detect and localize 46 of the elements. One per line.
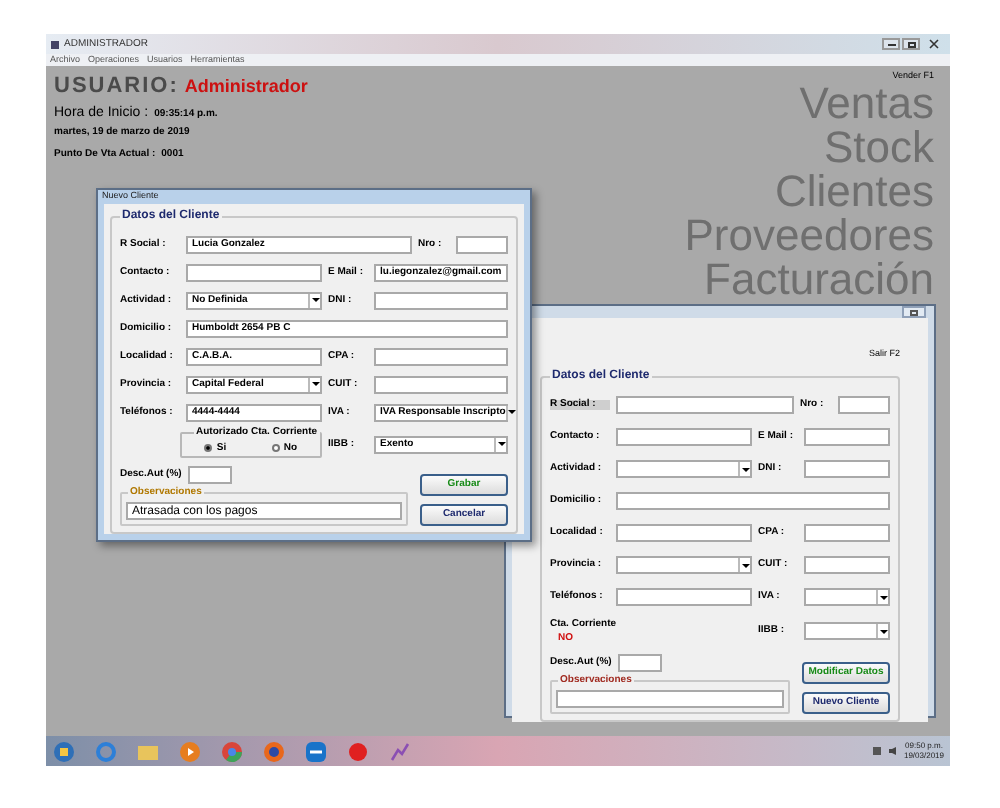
maximize-button[interactable] [902,38,920,50]
play-icon[interactable] [178,739,202,763]
dropdown-field[interactable] [804,622,890,640]
notes-field[interactable] [556,689,784,707]
input-field[interactable] [374,375,508,393]
dropdown-arrow-icon [505,405,516,419]
input-field[interactable] [456,235,508,253]
network-icon[interactable] [871,746,882,756]
user-name: Administrador [184,78,308,96]
chart-icon[interactable] [388,739,412,763]
input-field[interactable] [616,588,752,606]
dropdown-arrow-icon [308,293,320,307]
input-field[interactable] [616,492,890,510]
input-field[interactable] [838,396,890,414]
dropdown-arrow-icon [494,437,506,451]
globe-icon[interactable] [262,739,286,763]
input-field[interactable] [804,524,890,542]
dropdown-field[interactable] [616,556,752,574]
input-field[interactable] [374,347,508,365]
input-field[interactable] [374,291,508,309]
input-field[interactable] [616,396,794,414]
dropdown-arrow-icon [876,624,888,638]
input-field[interactable] [617,653,662,671]
input-field[interactable] [616,428,752,446]
record-icon[interactable] [346,739,370,763]
start-button[interactable] [52,739,76,763]
minimize-button[interactable] [882,38,900,50]
chat-icon[interactable] [304,739,328,763]
dropdown-arrow-icon [876,590,888,604]
dropdown-field[interactable] [616,460,752,478]
user-label: USUARIO: [54,76,179,98]
input-field[interactable] [186,263,322,281]
speaker-icon[interactable] [887,746,898,756]
wheel-icon[interactable] [220,739,244,763]
app-icon [50,39,60,49]
dropdown-arrow-icon [738,558,750,572]
dropdown-field[interactable] [804,588,890,606]
input-field[interactable] [804,556,890,574]
ring-icon[interactable] [94,739,118,763]
maximize-button[interactable] [902,306,926,318]
dropdown-arrow-icon [738,462,750,476]
input-field[interactable] [187,466,232,484]
input-field[interactable] [804,460,890,478]
input-field[interactable] [804,428,890,446]
dropdown-arrow-icon [308,377,320,391]
input-field[interactable] [616,524,752,542]
